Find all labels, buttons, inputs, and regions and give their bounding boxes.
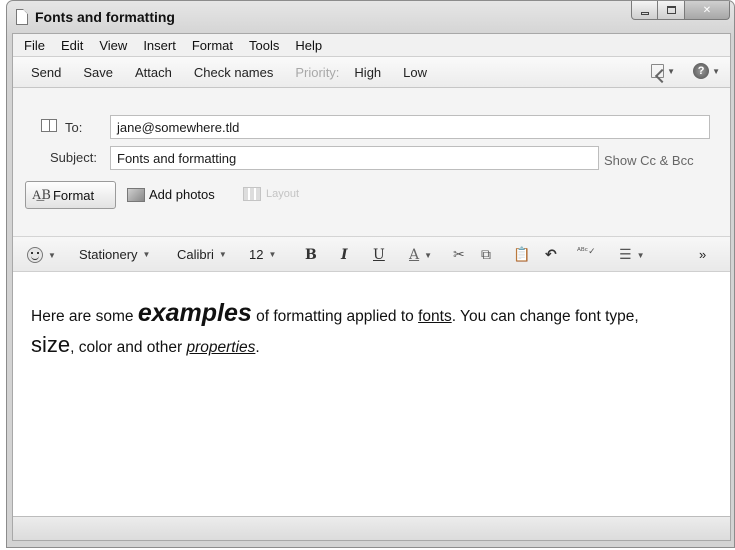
maximize-button[interactable] [658,1,685,20]
close-icon: ✕ [702,4,712,16]
chevron-down-icon: ▼ [218,250,227,259]
layout-label: Layout [266,188,300,200]
undo-button[interactable]: ↶ [545,247,557,263]
message-header: To: jane@somewhere.tld Subject: Fonts an… [13,88,730,236]
subject-label: Subject: [50,150,97,165]
encoding-icon [651,64,665,78]
italic-button[interactable]: I [341,247,348,263]
emoticon-icon [27,247,43,263]
font-size-dropdown[interactable]: 12 ▼ [249,247,276,262]
minimize-icon [640,11,649,15]
stationery-label: Stationery [79,247,138,262]
encoding-button[interactable]: ▼ [651,64,675,78]
layout-button[interactable]: Layout [243,187,299,201]
maximize-icon [666,6,676,14]
format-button[interactable]: A͟B Format [25,181,116,209]
to-field[interactable]: jane@somewhere.tld [110,115,710,139]
subject-field[interactable]: Fonts and formatting [110,146,599,170]
help-button[interactable]: ? ▼ [693,63,720,79]
save-button[interactable]: Save [72,65,124,80]
font-name-dropdown[interactable]: Calibri ▼ [177,247,227,262]
body-properties-word: properties [186,339,256,356]
check-names-button[interactable]: Check names [183,65,284,80]
title-bar: Fonts and formatting ✕ [7,1,734,33]
message-body[interactable]: Here are some examples of formatting app… [13,272,730,518]
body-text: . [255,339,260,356]
emoticon-button[interactable]: ▼ [27,247,56,263]
bold-icon: B [305,247,317,263]
spelling-button[interactable]: ᴬᴮᶜ✓ [577,247,596,257]
chevron-down-icon: ▼ [142,250,151,259]
menu-insert[interactable]: Insert [135,38,184,53]
font-color-button[interactable]: A ▼ [409,247,432,263]
paste-button[interactable]: 📋 [513,247,530,263]
chevron-down-icon: ▼ [268,250,277,259]
caption-buttons: ✕ [631,1,730,21]
underline-button[interactable]: U [373,247,385,263]
body-examples-word: examples [137,299,252,327]
chevron-down-icon: ▼ [667,66,676,76]
priority-low-button[interactable]: Low [392,65,438,80]
body-text: of formatting applied to [251,308,419,325]
close-button[interactable]: ✕ [685,1,730,20]
help-icon: ? [693,63,710,79]
layout-icon [243,187,261,201]
window-title: Fonts and formatting [35,9,175,25]
chevron-down-icon: ▼ [712,66,720,76]
chevron-down-icon: ▼ [48,250,56,260]
body-text: . You can change font type, [451,308,639,325]
mail-compose-window: Fonts and formatting ✕ File Edit View In… [6,0,735,548]
formatting-toolbar: ▼ Stationery▼ Calibri▼ 12▼ B I U A▼ [13,236,730,272]
menu-tools[interactable]: Tools [241,38,287,53]
font-size-value: 12 [249,247,264,262]
status-bar [13,516,730,540]
italic-icon: I [341,247,348,263]
copy-icon: ⧉ [481,247,491,263]
address-book-icon[interactable] [41,119,57,132]
to-label: To: [65,120,83,135]
numbered-list-icon: ☰ [619,247,632,263]
menu-help[interactable]: Help [287,38,330,53]
main-toolbar: Send Save Attach Check names Priority: H… [13,56,730,88]
more-options-button[interactable]: » [699,247,706,262]
priority-high-button[interactable]: High [343,65,392,80]
body-fonts-word: fonts [418,308,452,325]
document-icon [16,9,28,25]
font-color-icon: A [409,247,420,263]
menu-edit[interactable]: Edit [53,38,91,53]
add-photos-button[interactable]: Add photos [127,187,215,202]
minimize-button[interactable] [631,1,658,20]
window-content: File Edit View Insert Format Tools Help … [12,33,731,541]
underline-icon: U [373,247,385,263]
format-button-label: Format [52,187,95,203]
copy-button[interactable]: ⧉ [481,247,491,263]
cut-icon: ✂ [453,247,465,263]
show-cc-bcc-link[interactable]: Show Cc & Bcc [604,153,694,168]
menu-file[interactable]: File [16,38,53,53]
body-text: , color and other [70,339,187,356]
add-photos-label: Add photos [149,187,215,202]
more-chevron-icon: » [699,247,707,262]
priority-label: Priority: [295,64,340,80]
menu-view[interactable]: View [91,38,135,53]
bold-button[interactable]: B [305,247,317,263]
chevron-down-icon: ▼ [424,250,433,260]
toolbar-right-icons: ▼ ? ▼ [651,63,720,79]
spell-check-icon: ᴬᴮᶜ✓ [577,247,596,257]
paste-icon: 📋 [513,247,531,263]
format-icon: A͟B [32,188,51,203]
list-button[interactable]: ☰ ▼ [619,247,644,263]
body-text: Here are some [31,308,138,325]
undo-icon: ↶ [545,247,557,263]
stationery-dropdown[interactable]: Stationery ▼ [79,247,150,262]
send-button[interactable]: Send [20,65,72,80]
photo-icon [127,187,145,202]
cut-button[interactable]: ✂ [453,247,465,263]
menu-format[interactable]: Format [184,38,241,53]
font-name-value: Calibri [177,247,214,262]
body-size-word: size [31,332,71,357]
menu-bar: File Edit View Insert Format Tools Help [13,34,730,56]
attach-button[interactable]: Attach [124,65,183,80]
chevron-down-icon: ▼ [636,250,645,260]
